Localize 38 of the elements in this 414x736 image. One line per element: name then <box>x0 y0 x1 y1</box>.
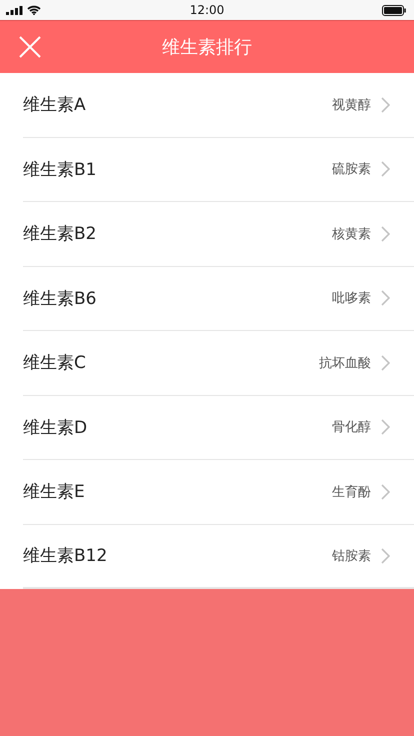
chevron-icon <box>381 96 390 113</box>
page-title: 维生素排行 <box>162 36 252 59</box>
list-item[interactable]: 维生素B1 硫胺素 <box>23 138 414 202</box>
list-item[interactable]: 维生素E 生育酚 <box>23 460 414 524</box>
item-name: 维生素D <box>23 416 88 439</box>
item-detail: 钴胺素 <box>332 548 371 565</box>
chevron-icon <box>381 354 390 371</box>
item-name: 维生素A <box>23 94 87 116</box>
list-item[interactable]: 维生素B6 吡哆素 <box>23 266 414 331</box>
battery-icon <box>382 4 406 16</box>
status-time: 12:00 <box>190 3 224 17</box>
chevron-icon <box>381 548 390 564</box>
list-item[interactable]: 维生素B12 钴胺素 <box>23 524 414 589</box>
item-name: 维生素B1 <box>23 158 98 181</box>
item-detail: 生育酚 <box>332 484 371 501</box>
list-item[interactable]: 维生素B2 核黄素 <box>23 202 414 266</box>
chevron-icon <box>381 290 390 306</box>
item-detail: 抗坏血酸 <box>319 354 371 372</box>
item-detail: 视黄醇 <box>332 96 371 114</box>
item-name: 维生素B2 <box>23 223 98 246</box>
item-name: 维生素E <box>23 481 86 504</box>
list-item[interactable]: 维生素A 视黄醇 <box>23 73 414 138</box>
chevron-icon <box>381 226 390 242</box>
list-item[interactable]: 维生素D 骨化醇 <box>23 396 414 460</box>
wifi-icon <box>27 5 41 15</box>
item-detail: 骨化醇 <box>332 419 371 436</box>
item-name: 维生素B6 <box>23 288 98 310</box>
item-name: 维生素B12 <box>23 545 108 568</box>
list-item[interactable]: 维生素C 抗坏血酸 <box>23 331 414 396</box>
chevron-icon <box>381 161 390 178</box>
signal-icon <box>6 6 23 14</box>
item-detail: 核黄素 <box>332 226 371 243</box>
item-detail: 硫胺素 <box>332 161 371 178</box>
item-name: 维生素C <box>23 352 87 374</box>
item-detail: 吡哆素 <box>332 290 371 308</box>
chevron-icon <box>381 419 390 436</box>
chevron-icon <box>381 484 390 500</box>
close-icon[interactable] <box>18 35 42 59</box>
